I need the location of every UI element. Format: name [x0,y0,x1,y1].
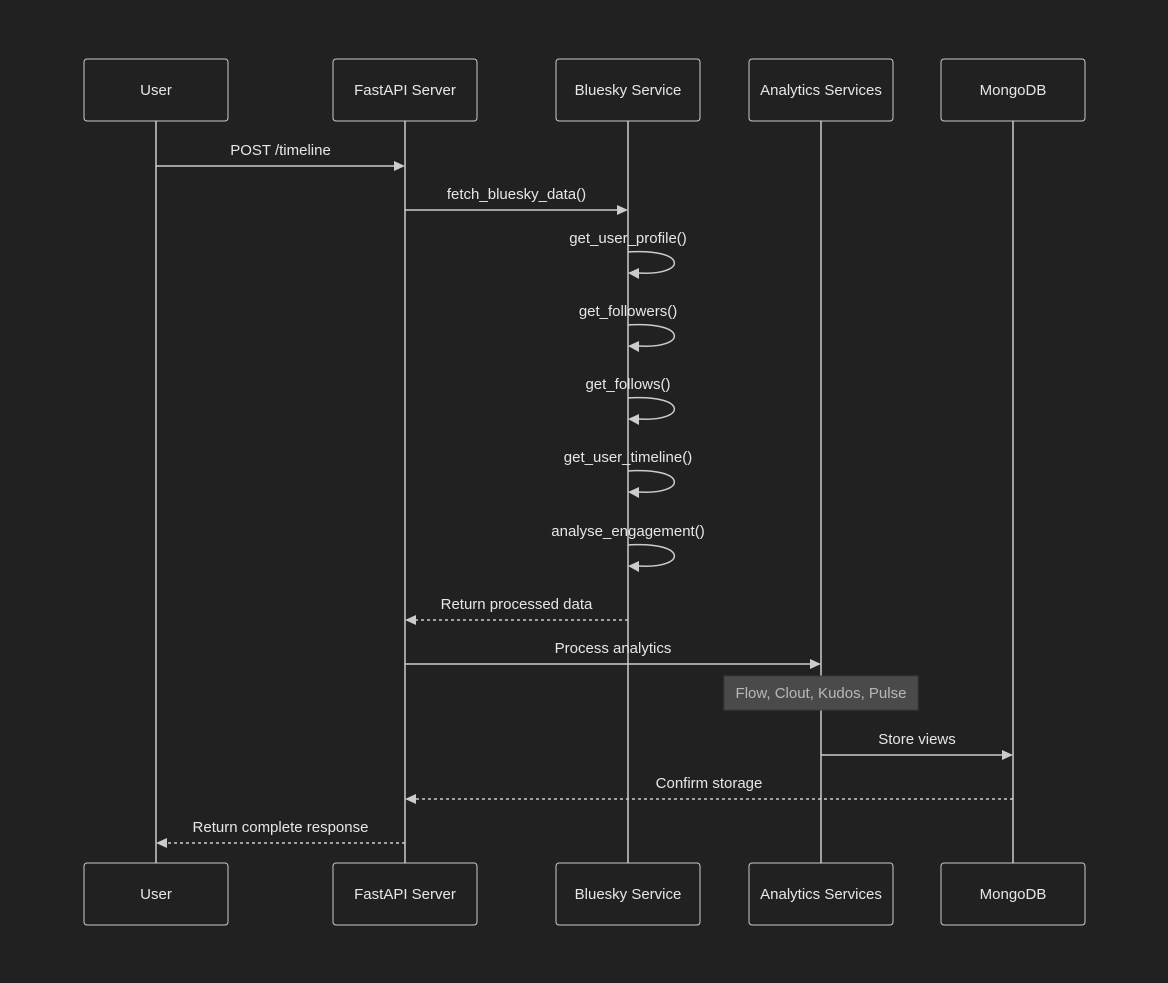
message-label: Return processed data [441,596,593,613]
message-label: get_user_timeline() [564,449,692,466]
message-label: POST /timeline [230,142,331,159]
arrowhead-icon [810,659,821,669]
message: POST /timeline [156,142,405,171]
arrowhead-icon [628,268,639,279]
message: Process analytics [405,640,821,669]
arrowhead-icon [394,161,405,171]
participant-label: MongoDB [980,886,1047,903]
participant-label: FastAPI Server [354,82,456,99]
participant-label: Analytics Services [760,886,882,903]
participant-label: Bluesky Service [575,886,682,903]
participant-label: Analytics Services [760,82,882,99]
message-label: get_follows() [585,376,670,393]
participant-bluesky-bottom[interactable]: Bluesky Service [555,862,701,926]
arrowhead-icon [156,838,167,848]
participant-label: FastAPI Server [354,886,456,903]
message-label: Confirm storage [656,775,763,792]
message-label: fetch_bluesky_data() [447,186,586,203]
message: get_follows() [585,376,675,425]
message: Return complete response [156,819,405,848]
participant-analytics-top[interactable]: Analytics Services [748,58,894,122]
participant-mongodb-bottom[interactable]: MongoDB [940,862,1086,926]
arrowhead-icon [628,341,639,352]
participant-label: User [140,82,172,99]
participant-user-bottom[interactable]: User [83,862,229,926]
note-text: Flow, Clout, Kudos, Pulse [736,685,907,702]
arrowhead-icon [1002,750,1013,760]
participant-user-top[interactable]: User [83,58,229,122]
note: Flow, Clout, Kudos, Pulse [723,675,919,711]
message-label: analyse_engagement() [551,523,704,540]
message-label: Process analytics [555,640,672,657]
message-label: get_user_profile() [569,230,687,247]
participant-label: Bluesky Service [575,82,682,99]
message: Store views [821,731,1013,760]
participant-fastapi-bottom[interactable]: FastAPI Server [332,862,478,926]
participant-mongodb-top[interactable]: MongoDB [940,58,1086,122]
participant-label: User [140,886,172,903]
participant-label: MongoDB [980,82,1047,99]
participant-fastapi-top[interactable]: FastAPI Server [332,58,478,122]
arrowhead-icon [405,615,416,625]
message-label: Store views [878,731,956,748]
arrowhead-icon [628,561,639,572]
arrowhead-icon [628,414,639,425]
arrowhead-icon [617,205,628,215]
participant-analytics-bottom[interactable]: Analytics Services [748,862,894,926]
message-label: Return complete response [193,819,369,836]
message: Return processed data [405,596,628,625]
participant-bluesky-top[interactable]: Bluesky Service [555,58,701,122]
arrowhead-icon [628,487,639,498]
sequence-diagram: User FastAPI Server Bluesky Service Analyti… [83,58,1086,926]
message: Confirm storage [405,775,1013,804]
message: fetch_bluesky_data() [405,186,628,215]
message-label: get_followers() [579,303,677,320]
arrowhead-icon [405,794,416,804]
